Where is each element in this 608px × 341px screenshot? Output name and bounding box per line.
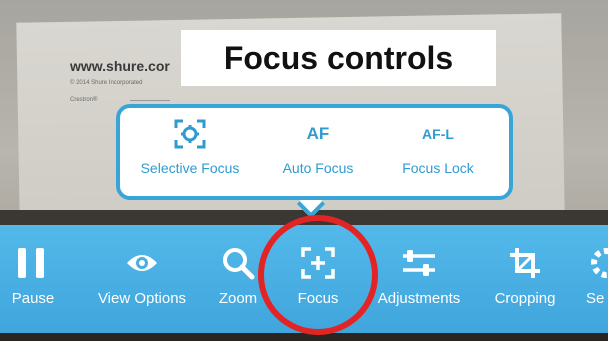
afl-icon: AF-L bbox=[378, 118, 498, 150]
selective-focus-icon bbox=[130, 118, 250, 150]
settings-label: Se bbox=[586, 290, 605, 307]
zoom-button[interactable]: Zoom bbox=[212, 225, 264, 333]
eye-icon bbox=[82, 245, 202, 281]
selective-focus-label: Selective Focus bbox=[140, 160, 240, 176]
afl-icon-text: AF-L bbox=[422, 126, 454, 142]
view-options-button[interactable]: View Options bbox=[82, 225, 202, 333]
crop-icon bbox=[481, 245, 569, 281]
pause-icon bbox=[0, 245, 66, 281]
bottom-edge bbox=[0, 333, 608, 341]
auto-focus-button[interactable]: AF Auto Focus bbox=[258, 118, 378, 176]
focus-popup: Selective Focus AF Auto Focus AF-L Focus… bbox=[116, 104, 513, 200]
focus-lock-label: Focus Lock bbox=[402, 160, 474, 176]
doc-crestron-text: Crestron® bbox=[70, 97, 98, 103]
adjustments-button[interactable]: Adjustments bbox=[371, 225, 467, 333]
zoom-label: Zoom bbox=[218, 290, 258, 307]
selective-focus-button[interactable]: Selective Focus bbox=[130, 118, 250, 176]
cropping-label: Cropping bbox=[494, 290, 556, 307]
doc-url-text: www.shure.cor bbox=[70, 58, 170, 74]
sliders-icon bbox=[371, 245, 467, 281]
doc-copyright-text: © 2014 Shure Incorporated bbox=[70, 80, 143, 86]
settings-icon bbox=[584, 245, 608, 281]
cropping-button[interactable]: Cropping bbox=[481, 225, 569, 333]
auto-focus-label: Auto Focus bbox=[282, 160, 354, 176]
highlight-circle bbox=[258, 215, 378, 335]
page-title: Focus controls bbox=[223, 39, 454, 76]
af-icon-text: AF bbox=[306, 124, 330, 143]
view-options-label: View Options bbox=[97, 290, 187, 307]
pause-label: Pause bbox=[11, 290, 55, 307]
focus-lock-button[interactable]: AF-L Focus Lock bbox=[378, 118, 498, 176]
pause-button[interactable]: Pause bbox=[0, 225, 66, 333]
magnifier-icon bbox=[212, 245, 264, 281]
title-banner: Focus controls bbox=[181, 30, 496, 86]
settings-button[interactable]: Se bbox=[584, 225, 608, 333]
af-icon: AF bbox=[258, 118, 378, 150]
adjustments-label: Adjustments bbox=[377, 290, 461, 307]
